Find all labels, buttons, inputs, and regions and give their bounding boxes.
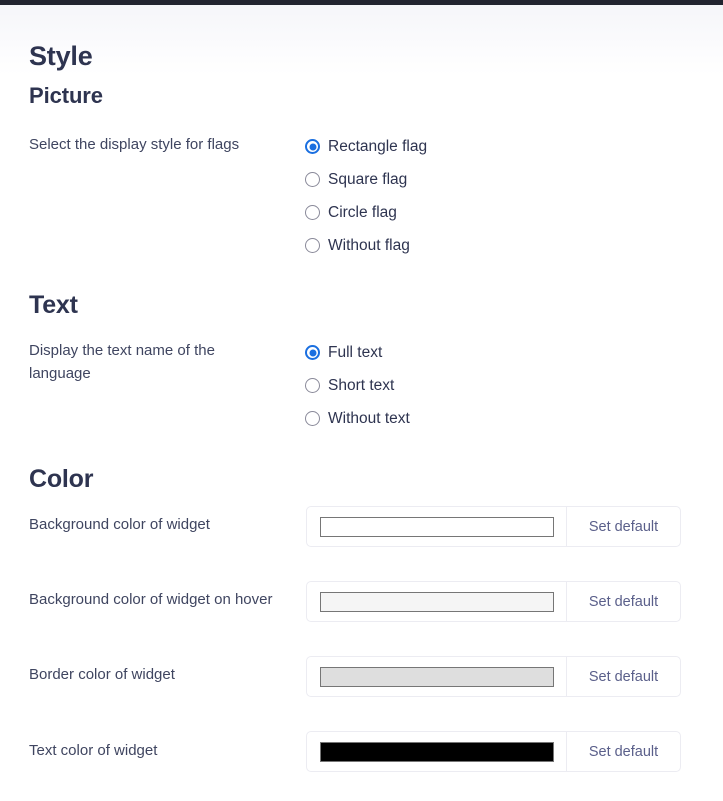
set-default-button[interactable]: Set default: [566, 732, 680, 771]
radio-icon: [305, 172, 320, 187]
color-swatch-button[interactable]: [307, 732, 566, 771]
border-color-control: Set default: [306, 656, 681, 697]
text-section-heading: Text: [29, 291, 78, 319]
radio-icon: [305, 378, 320, 393]
text-display-radio-group: Full text Short text Without text: [305, 336, 410, 435]
color-swatch-button[interactable]: [307, 507, 566, 546]
color-swatch-button[interactable]: [307, 657, 566, 696]
radio-option-label: Square flag: [328, 170, 408, 188]
radio-option-label: Short text: [328, 376, 395, 394]
color-swatch: [319, 741, 554, 762]
color-swatch: [319, 666, 554, 687]
radio-option-square-flag[interactable]: Square flag: [305, 163, 427, 196]
settings-content: Style Picture Select the display style f…: [0, 5, 723, 801]
text-color-control: Set default: [306, 731, 681, 772]
radio-option-label: Full text: [328, 343, 383, 361]
page-title: Style: [29, 41, 93, 71]
radio-option-full-text[interactable]: Full text: [305, 336, 410, 369]
color-swatch: [319, 591, 554, 612]
radio-option-rectangle-flag[interactable]: Rectangle flag: [305, 130, 427, 163]
set-default-button[interactable]: Set default: [566, 507, 680, 546]
set-default-button[interactable]: Set default: [566, 582, 680, 621]
radio-icon: [305, 139, 320, 154]
radio-option-without-flag[interactable]: Without flag: [305, 229, 427, 262]
picture-style-radio-group: Rectangle flag Square flag Circle flag W…: [305, 130, 427, 262]
radio-icon: [305, 345, 320, 360]
picture-style-label: Select the display style for flags: [29, 136, 240, 153]
picture-section-heading: Picture: [29, 83, 103, 108]
color-swatch: [319, 516, 554, 537]
radio-option-short-text[interactable]: Short text: [305, 369, 410, 402]
radio-option-circle-flag[interactable]: Circle flag: [305, 196, 427, 229]
color-swatch-button[interactable]: [307, 582, 566, 621]
background-color-control: Set default: [306, 506, 681, 547]
background-hover-color-control: Set default: [306, 581, 681, 622]
text-display-label: Display the text name of the language: [29, 342, 215, 382]
radio-option-label: Without text: [328, 409, 410, 427]
text-color-label: Text color of widget: [29, 742, 158, 759]
radio-option-without-text[interactable]: Without text: [305, 402, 410, 435]
border-color-label: Border color of widget: [29, 666, 175, 683]
set-default-button[interactable]: Set default: [566, 657, 680, 696]
background-hover-color-label: Background color of widget on hover: [29, 591, 273, 608]
radio-option-label: Without flag: [328, 236, 410, 254]
radio-icon: [305, 411, 320, 426]
color-section-heading: Color: [29, 465, 94, 493]
radio-option-label: Rectangle flag: [328, 137, 428, 155]
radio-icon: [305, 205, 320, 220]
radio-icon: [305, 238, 320, 253]
radio-option-label: Circle flag: [328, 203, 397, 221]
background-color-label: Background color of widget: [29, 516, 210, 533]
